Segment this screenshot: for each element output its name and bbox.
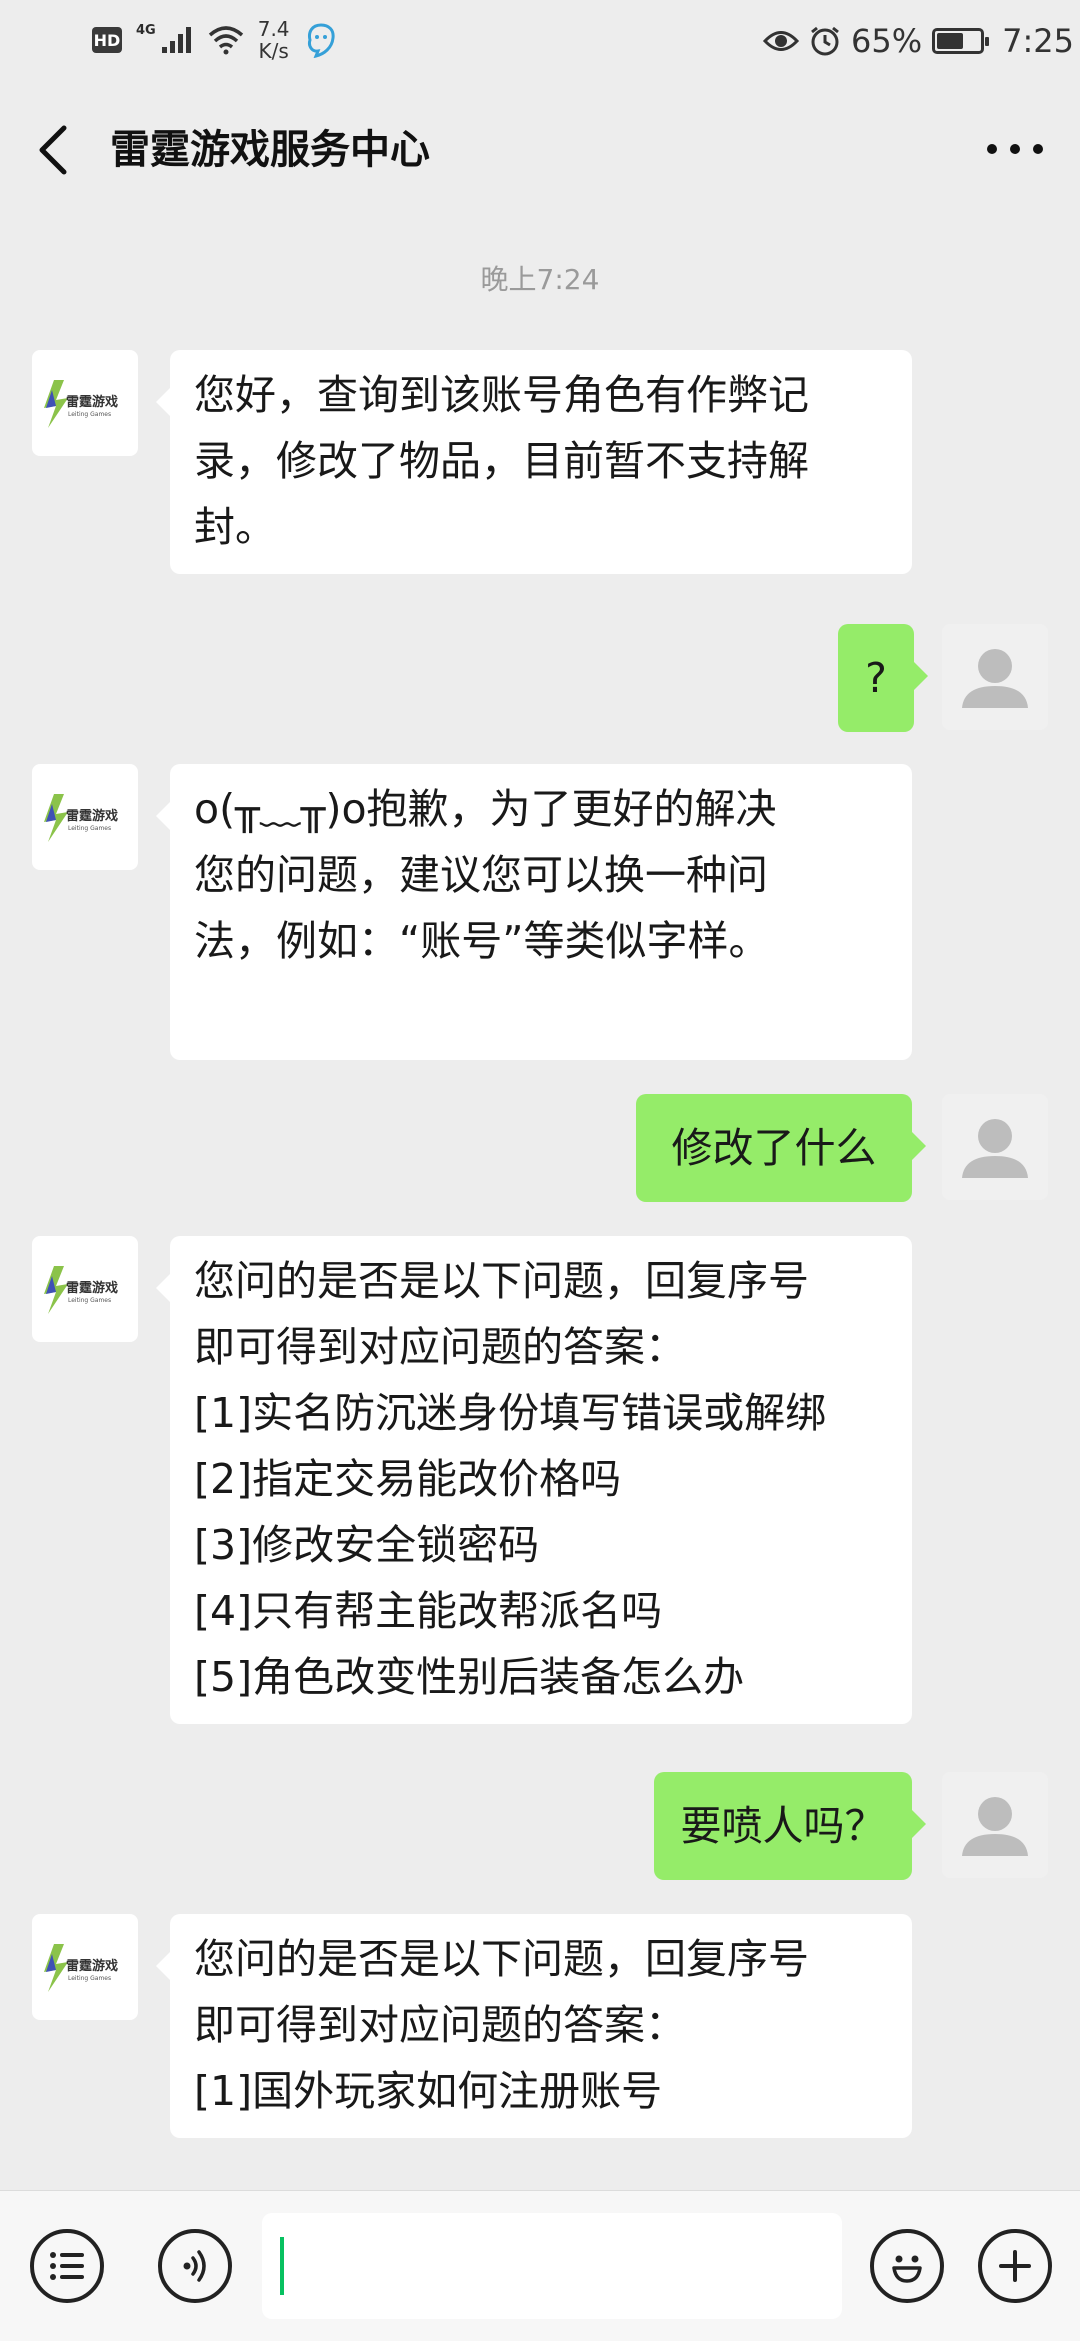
svg-text:雷霆游戏: 雷霆游戏	[66, 394, 118, 410]
text-cursor	[280, 2237, 284, 2295]
svg-text:Leiting Games: Leiting Games	[68, 825, 111, 832]
bot-avatar[interactable]: 雷霆游戏 Leiting Games	[32, 764, 138, 870]
eye-icon	[763, 31, 800, 51]
menu-list-icon[interactable]	[30, 2229, 104, 2303]
emoji-icon[interactable]	[870, 2229, 944, 2303]
outgoing-message[interactable]: 修改了什么	[636, 1094, 926, 1202]
incoming-message[interactable]: o(╥﹏╥)o抱歉，为了更好的解决 您的问题，建议您可以换一种问 法，例如：“账…	[156, 764, 912, 1060]
assistant-icon	[307, 23, 335, 58]
more-icon[interactable]	[980, 124, 1050, 174]
user-avatar[interactable]	[942, 624, 1048, 730]
network-type: 4G	[136, 22, 156, 38]
svg-text:雷霆游戏: 雷霆游戏	[66, 1280, 118, 1296]
default-user-icon	[962, 1119, 1028, 1178]
default-user-icon	[962, 1797, 1028, 1856]
svg-text:Leiting Games: Leiting Games	[68, 411, 111, 418]
bot-avatar[interactable]: 雷霆游戏 Leiting Games	[32, 1914, 138, 2020]
network-speed: 7.4 K/s	[257, 17, 290, 63]
svg-text:雷霆游戏: 雷霆游戏	[66, 1958, 118, 1974]
leiting-logo-icon: 雷霆游戏 Leiting Games	[44, 380, 118, 428]
user-avatar[interactable]	[942, 1772, 1048, 1878]
plus-icon[interactable]	[978, 2229, 1052, 2303]
time-divider: 晚上7:24	[480, 263, 600, 296]
outgoing-message[interactable]: 要喷人吗？	[654, 1772, 926, 1880]
bot-avatar[interactable]: 雷霆游戏 Leiting Games	[32, 350, 138, 456]
default-user-icon	[962, 649, 1028, 708]
svg-text:雷霆游戏: 雷霆游戏	[66, 808, 118, 824]
leiting-logo-icon: 雷霆游戏 Leiting Games	[44, 1944, 118, 1992]
battery-icon	[932, 28, 990, 54]
user-avatar[interactable]	[942, 1094, 1048, 1200]
status-right: 65% 7:25	[763, 22, 1074, 60]
back-arrow-icon[interactable]	[30, 120, 80, 180]
alarm-icon	[811, 26, 839, 56]
svg-text:Leiting Games: Leiting Games	[68, 1297, 111, 1304]
leiting-logo-icon: 雷霆游戏 Leiting Games	[44, 794, 118, 842]
bot-avatar[interactable]: 雷霆游戏 Leiting Games	[32, 1236, 138, 1342]
hd-badge: HD	[92, 27, 122, 53]
leiting-logo-icon: 雷霆游戏 Leiting Games	[44, 1266, 118, 1314]
status-bar: HD 4G 7.4 K/s 65% 7:25	[0, 0, 1080, 84]
battery-percent: 65%	[851, 22, 923, 60]
signal-icon	[161, 27, 191, 53]
clock: 7:25	[1002, 22, 1074, 60]
chat-header: 雷霆游戏服务中心	[0, 84, 1080, 214]
voice-icon[interactable]	[158, 2229, 232, 2303]
outgoing-message[interactable]: ?	[838, 624, 928, 732]
incoming-message[interactable]: 您好，查询到该账号角色有作弊记 录，修改了物品，目前暂不支持解 封。	[156, 350, 912, 574]
incoming-message[interactable]: 您问的是否是以下问题，回复序号 即可得到对应问题的答案： [1]实名防沉迷身份填…	[156, 1236, 912, 1724]
input-bar	[0, 2190, 1080, 2341]
page-title: 雷霆游戏服务中心	[110, 127, 430, 173]
incoming-message[interactable]: 您问的是否是以下问题，回复序号 即可得到对应问题的答案： [1]国外玩家如何注册…	[156, 1914, 912, 2138]
message-input[interactable]	[262, 2213, 842, 2319]
wifi-icon	[208, 26, 243, 55]
status-left: HD 4G 7.4 K/s	[92, 18, 338, 62]
svg-text:Leiting Games: Leiting Games	[68, 1975, 111, 1982]
battery-level	[937, 33, 964, 49]
